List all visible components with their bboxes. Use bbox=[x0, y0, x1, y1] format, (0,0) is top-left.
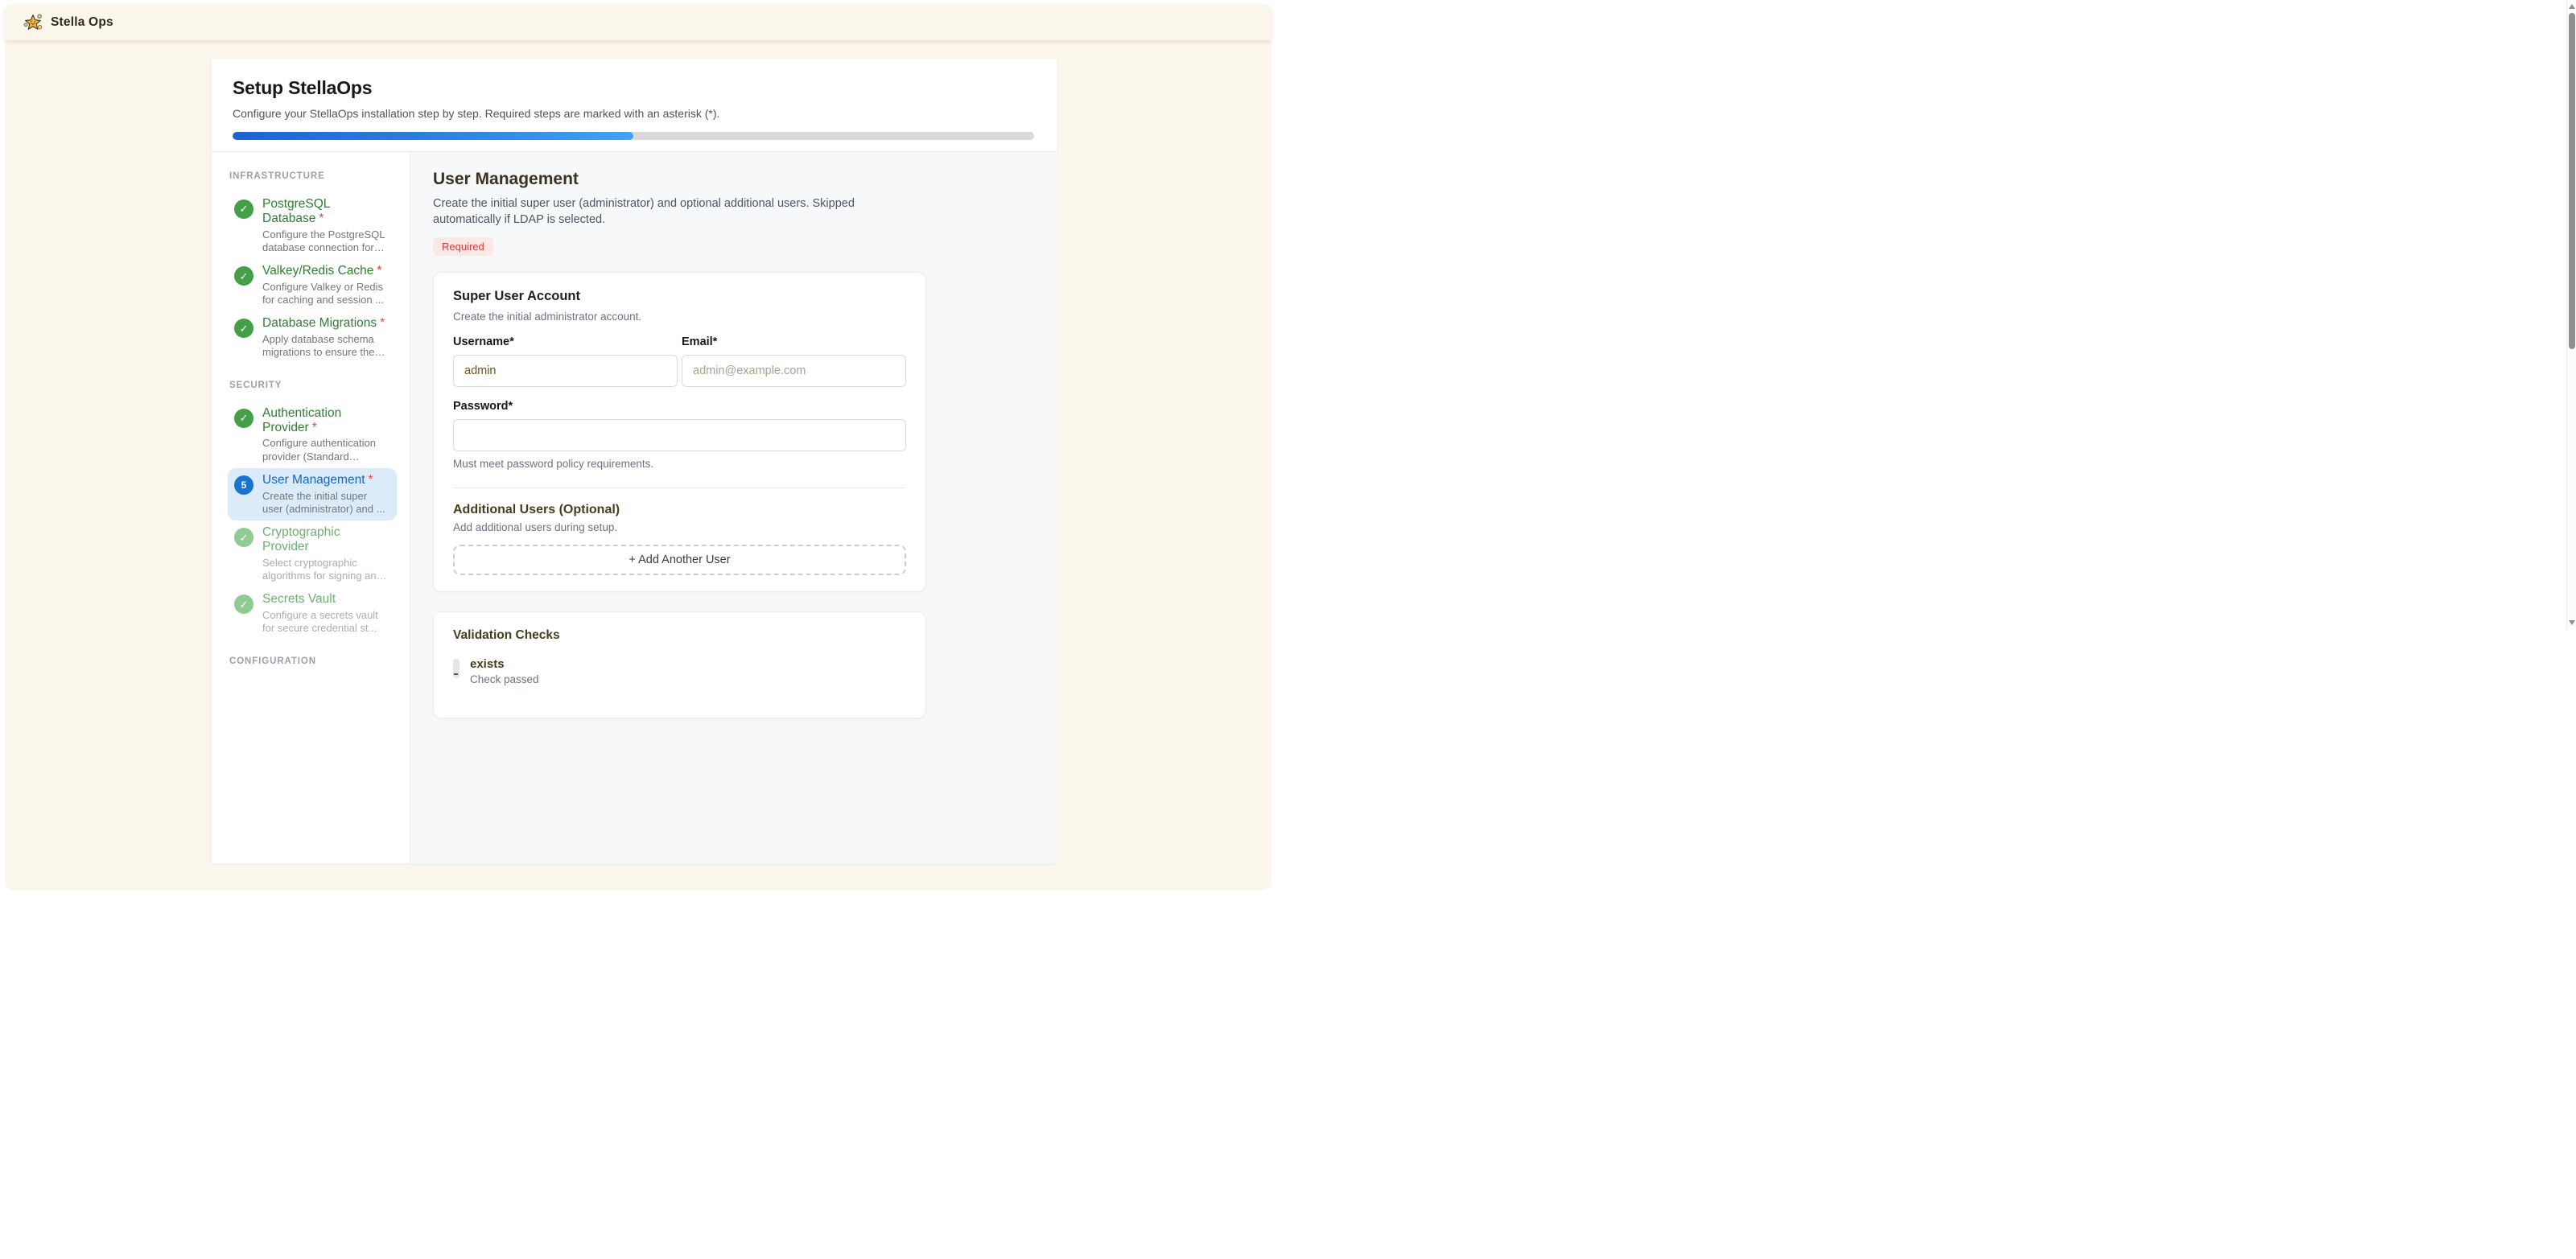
sidebar-item-database-migrations[interactable]: ✓ Database Migrations* Apply database sc… bbox=[228, 311, 397, 364]
required-asterisk: * bbox=[312, 421, 317, 434]
sidebar-item-desc: Configure Valkey or Redis for caching an… bbox=[262, 281, 389, 307]
wizard-subtitle: Configure your StellaOps installation st… bbox=[233, 107, 1034, 121]
username-label: Username* bbox=[453, 335, 678, 348]
step-upcoming-check-icon: ✓ bbox=[234, 528, 253, 547]
sidebar-item-cryptographic-provider[interactable]: ✓ Cryptographic Provider Select cryptogr… bbox=[228, 520, 397, 587]
super-user-card: Super User Account Create the initial ad… bbox=[433, 272, 926, 592]
sidebar-item-title: Cryptographic Provider bbox=[262, 525, 340, 553]
wizard-title: Setup StellaOps bbox=[233, 78, 1034, 97]
sidebar-item-desc: Select cryptographic algorithms for sign… bbox=[262, 557, 389, 583]
scroll-down-arrow-icon[interactable] bbox=[2569, 620, 2575, 625]
sidebar-item-desc: Apply database schema migrations to ensu… bbox=[262, 333, 389, 360]
required-badge: Required bbox=[433, 237, 493, 256]
check-status: Check passed bbox=[470, 673, 539, 685]
brand-name: Stella Ops bbox=[51, 15, 113, 30]
username-input[interactable] bbox=[453, 355, 678, 387]
super-user-subtitle: Create the initial administrator account… bbox=[453, 311, 906, 323]
super-user-title: Super User Account bbox=[453, 289, 906, 304]
step-done-check-icon: ✓ bbox=[234, 319, 253, 338]
app-shell: Stella Ops Setup StellaOps Configure you… bbox=[5, 5, 1272, 890]
scrollbar-thumb[interactable] bbox=[2569, 13, 2575, 349]
sidebar-item-title: Authentication Provider bbox=[262, 406, 341, 434]
validation-title: Validation Checks bbox=[453, 628, 906, 643]
sidebar-item-desc: Configure authentication provider (Stand… bbox=[262, 437, 389, 463]
sidebar-item-desc: Configure the PostgreSQL database connec… bbox=[262, 228, 389, 255]
page-title: User Management bbox=[433, 170, 1057, 188]
email-label: Email* bbox=[682, 335, 906, 348]
sidebar-item-title: User Management bbox=[262, 473, 365, 487]
required-asterisk: * bbox=[369, 473, 373, 487]
step-done-check-icon: ✓ bbox=[234, 409, 253, 428]
sidebar-item-user-management[interactable]: 5 User Management * Create the initial su… bbox=[228, 468, 397, 520]
section-label-security: SECURITY bbox=[229, 381, 397, 390]
sidebar-item-valkey-redis-cache[interactable]: ✓ Valkey/Redis Cache * Configure Valkey o… bbox=[228, 259, 397, 311]
password-label: Password* bbox=[453, 400, 906, 413]
required-asterisk: * bbox=[377, 264, 381, 278]
brand-logo-icon bbox=[23, 12, 43, 33]
page-description: Create the initial super user (administr… bbox=[433, 195, 877, 228]
scroll-up-arrow-icon[interactable] bbox=[2569, 4, 2575, 9]
password-input[interactable] bbox=[453, 419, 906, 451]
setup-card: Setup StellaOps Configure your StellaOps… bbox=[212, 59, 1057, 863]
email-input[interactable] bbox=[682, 355, 906, 387]
sidebar-item-desc: Create the initial super user (administr… bbox=[262, 490, 389, 516]
progress-fill bbox=[233, 132, 633, 140]
required-asterisk: * bbox=[319, 212, 324, 225]
check-status-icon bbox=[453, 659, 460, 678]
sidebar-item-secrets-vault[interactable]: ✓ Secrets Vault Configure a secrets vaul… bbox=[228, 587, 397, 640]
step-done-check-icon: ✓ bbox=[234, 266, 253, 286]
section-label-configuration: CONFIGURATION bbox=[229, 656, 397, 666]
wizard-step-sidebar: INFRASTRUCTURE ✓ PostgreSQL Database* Co… bbox=[212, 152, 410, 863]
step-done-check-icon: ✓ bbox=[234, 200, 253, 219]
step-upcoming-check-icon: ✓ bbox=[234, 595, 253, 614]
sidebar-item-postgresql-database[interactable]: ✓ PostgreSQL Database* Configure the Pos… bbox=[228, 192, 397, 259]
sidebar-item-authentication-provider[interactable]: ✓ Authentication Provider* Configure aut… bbox=[228, 401, 397, 468]
section-label-infrastructure: INFRASTRUCTURE bbox=[229, 171, 397, 181]
additional-users-subtitle: Add additional users during setup. bbox=[453, 521, 906, 533]
sidebar-item-title: Valkey/Redis Cache bbox=[262, 264, 373, 278]
sidebar-item-desc: Configure a secrets vault for secure cre… bbox=[262, 609, 389, 636]
sidebar-item-title: Database Migrations bbox=[262, 316, 377, 330]
sidebar-item-title: Secrets Vault bbox=[262, 592, 336, 606]
step-number-badge: 5 bbox=[234, 475, 253, 495]
page-scrollbar[interactable] bbox=[2566, 0, 2576, 629]
required-asterisk: * bbox=[380, 316, 385, 330]
step-content-pane: User Management Create the initial super… bbox=[410, 152, 1057, 863]
top-bar: Stella Ops bbox=[5, 5, 1272, 40]
add-another-user-button[interactable]: + Add Another User bbox=[453, 545, 906, 575]
validation-checks-card: Validation Checks exists Check passed bbox=[433, 611, 926, 718]
progress-bar bbox=[233, 132, 1034, 140]
wizard-header: Setup StellaOps Configure your StellaOps… bbox=[212, 59, 1057, 152]
validation-check-item: exists Check passed bbox=[453, 657, 906, 685]
additional-users-title: Additional Users (Optional) bbox=[453, 503, 906, 517]
check-name: exists bbox=[470, 657, 539, 671]
password-help: Must meet password policy requirements. bbox=[453, 458, 906, 470]
